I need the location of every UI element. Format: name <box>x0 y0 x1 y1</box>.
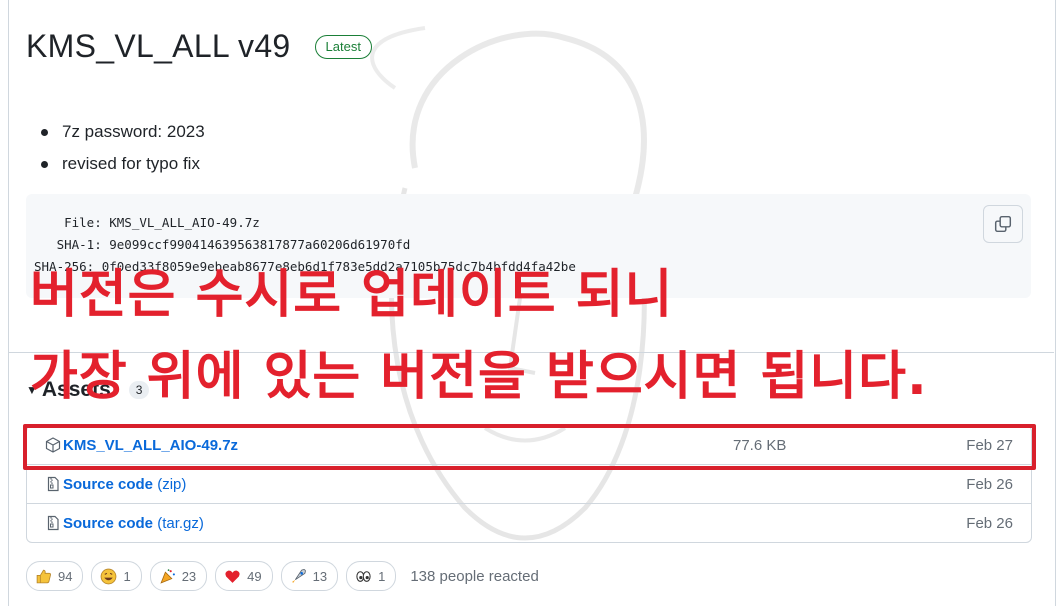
asset-date: Feb 26 <box>966 475 1013 493</box>
reaction-summary: 138 people reacted <box>410 567 539 585</box>
checksum-sha1-line: SHA-1: 9e099ccf990414639563817877a60206d… <box>34 237 411 252</box>
asset-format: (zip) <box>157 475 187 493</box>
reactions-bar: 94 1 23 49 13 1 138 people reacted <box>26 561 539 591</box>
reaction-hooray[interactable]: 23 <box>149 561 208 591</box>
release-header: KMS_VL_ALL v49 Latest <box>26 28 372 65</box>
copy-icon <box>994 215 1012 233</box>
reaction-thumbs-up[interactable]: 94 <box>26 561 84 591</box>
reaction-heart[interactable]: 49 <box>215 561 273 591</box>
latest-badge: Latest <box>314 34 372 59</box>
hooray-icon <box>160 568 175 584</box>
reaction-eyes[interactable]: 1 <box>346 561 397 591</box>
copy-button[interactable] <box>983 205 1023 243</box>
note-item: 7z password: 2023 <box>38 116 205 148</box>
heart-icon <box>225 570 240 583</box>
file-zip-icon <box>47 515 59 531</box>
reaction-count: 13 <box>312 568 328 584</box>
laugh-icon <box>101 568 117 584</box>
asset-name: Source code <box>63 475 154 493</box>
reaction-count: 1 <box>123 568 131 584</box>
asset-name: Source code <box>63 514 154 532</box>
eyes-icon <box>356 570 371 582</box>
checksum-file-line: File: KMS_VL_ALL_AIO-49.7z <box>34 215 260 230</box>
asset-format: (tar.gz) <box>157 514 204 532</box>
thumbs-up-icon <box>36 569 51 583</box>
release-title: KMS_VL_ALL v49 <box>26 28 291 64</box>
rocket-icon <box>291 568 306 583</box>
reaction-rocket[interactable]: 13 <box>280 561 339 591</box>
asset-row: Source code (tar.gz) Feb 26 <box>27 503 1031 542</box>
reaction-count: 23 <box>181 568 197 584</box>
reaction-count: 49 <box>247 568 262 584</box>
asset-date: Feb 26 <box>966 514 1013 532</box>
reaction-count: 1 <box>378 568 386 584</box>
asset-link-targz[interactable]: Source code (tar.gz) <box>63 515 204 532</box>
note-item: revised for typo fix <box>38 148 205 180</box>
overlay-caption-line1: 버전은 수시로 업데이트 되니 <box>30 265 674 325</box>
release-notes: 7z password: 2023 revised for typo fix <box>38 116 205 180</box>
reaction-count: 94 <box>58 568 73 584</box>
reaction-laugh[interactable]: 1 <box>91 561 142 591</box>
asset-link-zip[interactable]: Source code (zip) <box>63 476 186 493</box>
file-zip-icon <box>47 476 59 492</box>
highlight-box <box>23 424 1036 470</box>
overlay-caption-line2: 가장 위에 있는 버전을 받으시면 됩니다. <box>30 347 928 407</box>
